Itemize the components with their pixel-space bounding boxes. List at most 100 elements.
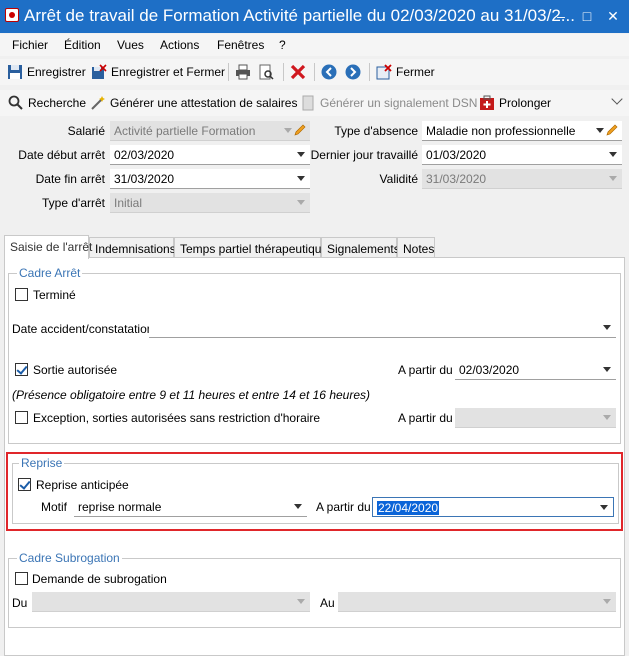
save-close-button[interactable]: Enregistrer et Fermer xyxy=(91,63,225,81)
tab-notes[interactable]: Notes xyxy=(397,237,435,258)
exception-label: Exception, sorties autorisées sans restr… xyxy=(33,411,321,425)
generate-salary-label: Générer une attestation de salaires xyxy=(110,96,298,110)
demande-subrogation-label: Demande de subrogation xyxy=(32,572,167,586)
type-absence-value: Maladie non professionnelle xyxy=(426,124,576,138)
tab-indemnisations[interactable]: Indemnisations xyxy=(89,237,176,258)
search-icon xyxy=(8,95,24,111)
medical-kit-icon xyxy=(479,95,495,111)
toolbar-overflow-chevron-icon[interactable] xyxy=(611,93,623,105)
generate-dsn-button[interactable]: Générer un signalement DSN xyxy=(300,94,477,112)
separator xyxy=(283,63,284,81)
validite-combo[interactable]: 31/03/2020 xyxy=(422,169,622,189)
date-accident-combo[interactable] xyxy=(149,318,616,338)
sortie-date-value: 02/03/2020 xyxy=(459,363,520,377)
date-debut-label: Date début arrêt xyxy=(18,148,105,162)
main-toolbar: Enregistrer Enregistrer et Fermer Fermer xyxy=(0,59,629,85)
du-combo[interactable] xyxy=(32,592,310,612)
separator xyxy=(314,63,315,81)
validite-value: 31/03/2020 xyxy=(426,172,487,186)
dernier-jour-label: Dernier jour travaillé xyxy=(310,148,418,162)
generate-salary-certificate-button[interactable]: Générer une attestation de salaires xyxy=(90,94,297,112)
date-debut-value: 02/03/2020 xyxy=(114,148,175,162)
print-preview-icon xyxy=(258,64,274,80)
close-window-button[interactable]: ✕ xyxy=(603,6,623,26)
print-button[interactable] xyxy=(235,63,255,81)
exception-date-combo[interactable] xyxy=(455,408,616,428)
chevron-down-icon xyxy=(596,128,604,133)
date-debut-combo[interactable]: 02/03/2020 xyxy=(110,145,310,165)
menu-actions[interactable]: Actions xyxy=(160,38,199,52)
type-absence-label: Type d'absence xyxy=(334,124,418,138)
chevron-down-icon xyxy=(297,200,305,205)
validite-label: Validité xyxy=(379,172,418,186)
chevron-down-icon xyxy=(284,128,292,133)
au-label: Au xyxy=(320,596,335,610)
salarie-label: Salarié xyxy=(67,124,105,138)
menu-vues[interactable]: Vues xyxy=(117,38,144,52)
print-preview-button[interactable] xyxy=(258,63,278,81)
sortie-date-combo[interactable]: 02/03/2020 xyxy=(455,360,616,380)
search-label: Recherche xyxy=(28,96,87,110)
printer-icon xyxy=(235,64,251,80)
tab-temps-partiel[interactable]: Temps partiel thérapeutique xyxy=(174,237,328,258)
minimize-button[interactable]: – xyxy=(551,6,571,26)
tab-saisie-arret[interactable]: Saisie de l'arrêt xyxy=(4,235,92,259)
extend-label: Prolonger xyxy=(499,96,552,110)
document-icon xyxy=(300,95,316,111)
close-button[interactable]: Fermer xyxy=(376,63,435,81)
magic-wand-icon xyxy=(90,95,106,111)
edit-pencil-icon[interactable] xyxy=(606,124,618,136)
menu-fichier[interactable]: Fichier xyxy=(12,38,48,52)
du-label: Du xyxy=(12,596,28,610)
chevron-down-icon xyxy=(603,599,611,604)
close-label: Fermer xyxy=(396,65,435,79)
menu-edition[interactable]: Édition xyxy=(64,38,101,52)
sortie-a-partir-du-label: A partir du xyxy=(398,363,453,377)
delete-button[interactable] xyxy=(290,63,310,81)
menu-fenetres[interactable]: Fenêtres xyxy=(217,38,264,52)
exception-checkbox[interactable] xyxy=(15,411,28,424)
menu-help[interactable]: ? xyxy=(279,38,286,52)
dernier-jour-combo[interactable]: 01/03/2020 xyxy=(422,145,622,165)
separator xyxy=(369,63,370,81)
previous-button[interactable] xyxy=(321,63,341,81)
demande-subrogation-checkbox[interactable] xyxy=(15,572,28,585)
save-button[interactable]: Enregistrer xyxy=(7,63,86,81)
chevron-down-icon xyxy=(603,367,611,372)
close-document-icon xyxy=(376,64,392,80)
tab-signalements[interactable]: Signalements xyxy=(321,237,400,258)
menu-bar: Fichier Édition Vues Actions Fenêtres ? xyxy=(0,34,629,56)
maximize-button[interactable]: □ xyxy=(577,6,597,26)
type-arret-combo[interactable]: Initial xyxy=(110,193,310,213)
type-absence-combo[interactable]: Maladie non professionnelle xyxy=(422,121,622,141)
date-accident-label: Date accident/constatation xyxy=(12,322,154,336)
chevron-down-icon xyxy=(609,152,617,157)
edit-pencil-icon[interactable] xyxy=(294,124,306,136)
salarie-combo[interactable]: Activité partielle Formation xyxy=(110,121,310,141)
type-arret-value: Initial xyxy=(114,196,143,210)
app-icon xyxy=(5,8,19,22)
termine-checkbox[interactable] xyxy=(15,288,28,301)
date-fin-combo[interactable]: 31/03/2020 xyxy=(110,169,310,189)
save-label: Enregistrer xyxy=(27,65,86,79)
type-arret-label: Type d'arrêt xyxy=(42,196,105,210)
save-icon xyxy=(7,64,23,80)
chevron-down-icon xyxy=(603,325,611,330)
search-button[interactable]: Recherche xyxy=(8,94,86,112)
au-combo[interactable] xyxy=(338,592,616,612)
date-fin-value: 31/03/2020 xyxy=(114,172,175,186)
arrow-right-icon xyxy=(345,64,361,80)
date-fin-label: Date fin arrêt xyxy=(35,172,105,186)
sortie-autorisee-label: Sortie autorisée xyxy=(33,363,118,377)
separator xyxy=(228,63,229,81)
extend-button[interactable]: Prolonger xyxy=(479,94,551,112)
next-button[interactable] xyxy=(345,63,365,81)
chevron-down-icon xyxy=(609,176,617,181)
title-bar: Arrêt de travail de Formation Activité p… xyxy=(0,0,629,33)
cadre-subrogation-title: Cadre Subrogation xyxy=(17,551,122,565)
chevron-down-icon xyxy=(297,176,305,181)
arrow-left-icon xyxy=(321,64,337,80)
highlight-box xyxy=(6,452,623,531)
sortie-autorisee-checkbox[interactable] xyxy=(15,363,28,376)
cadre-arret-title: Cadre Arrêt xyxy=(17,266,83,280)
